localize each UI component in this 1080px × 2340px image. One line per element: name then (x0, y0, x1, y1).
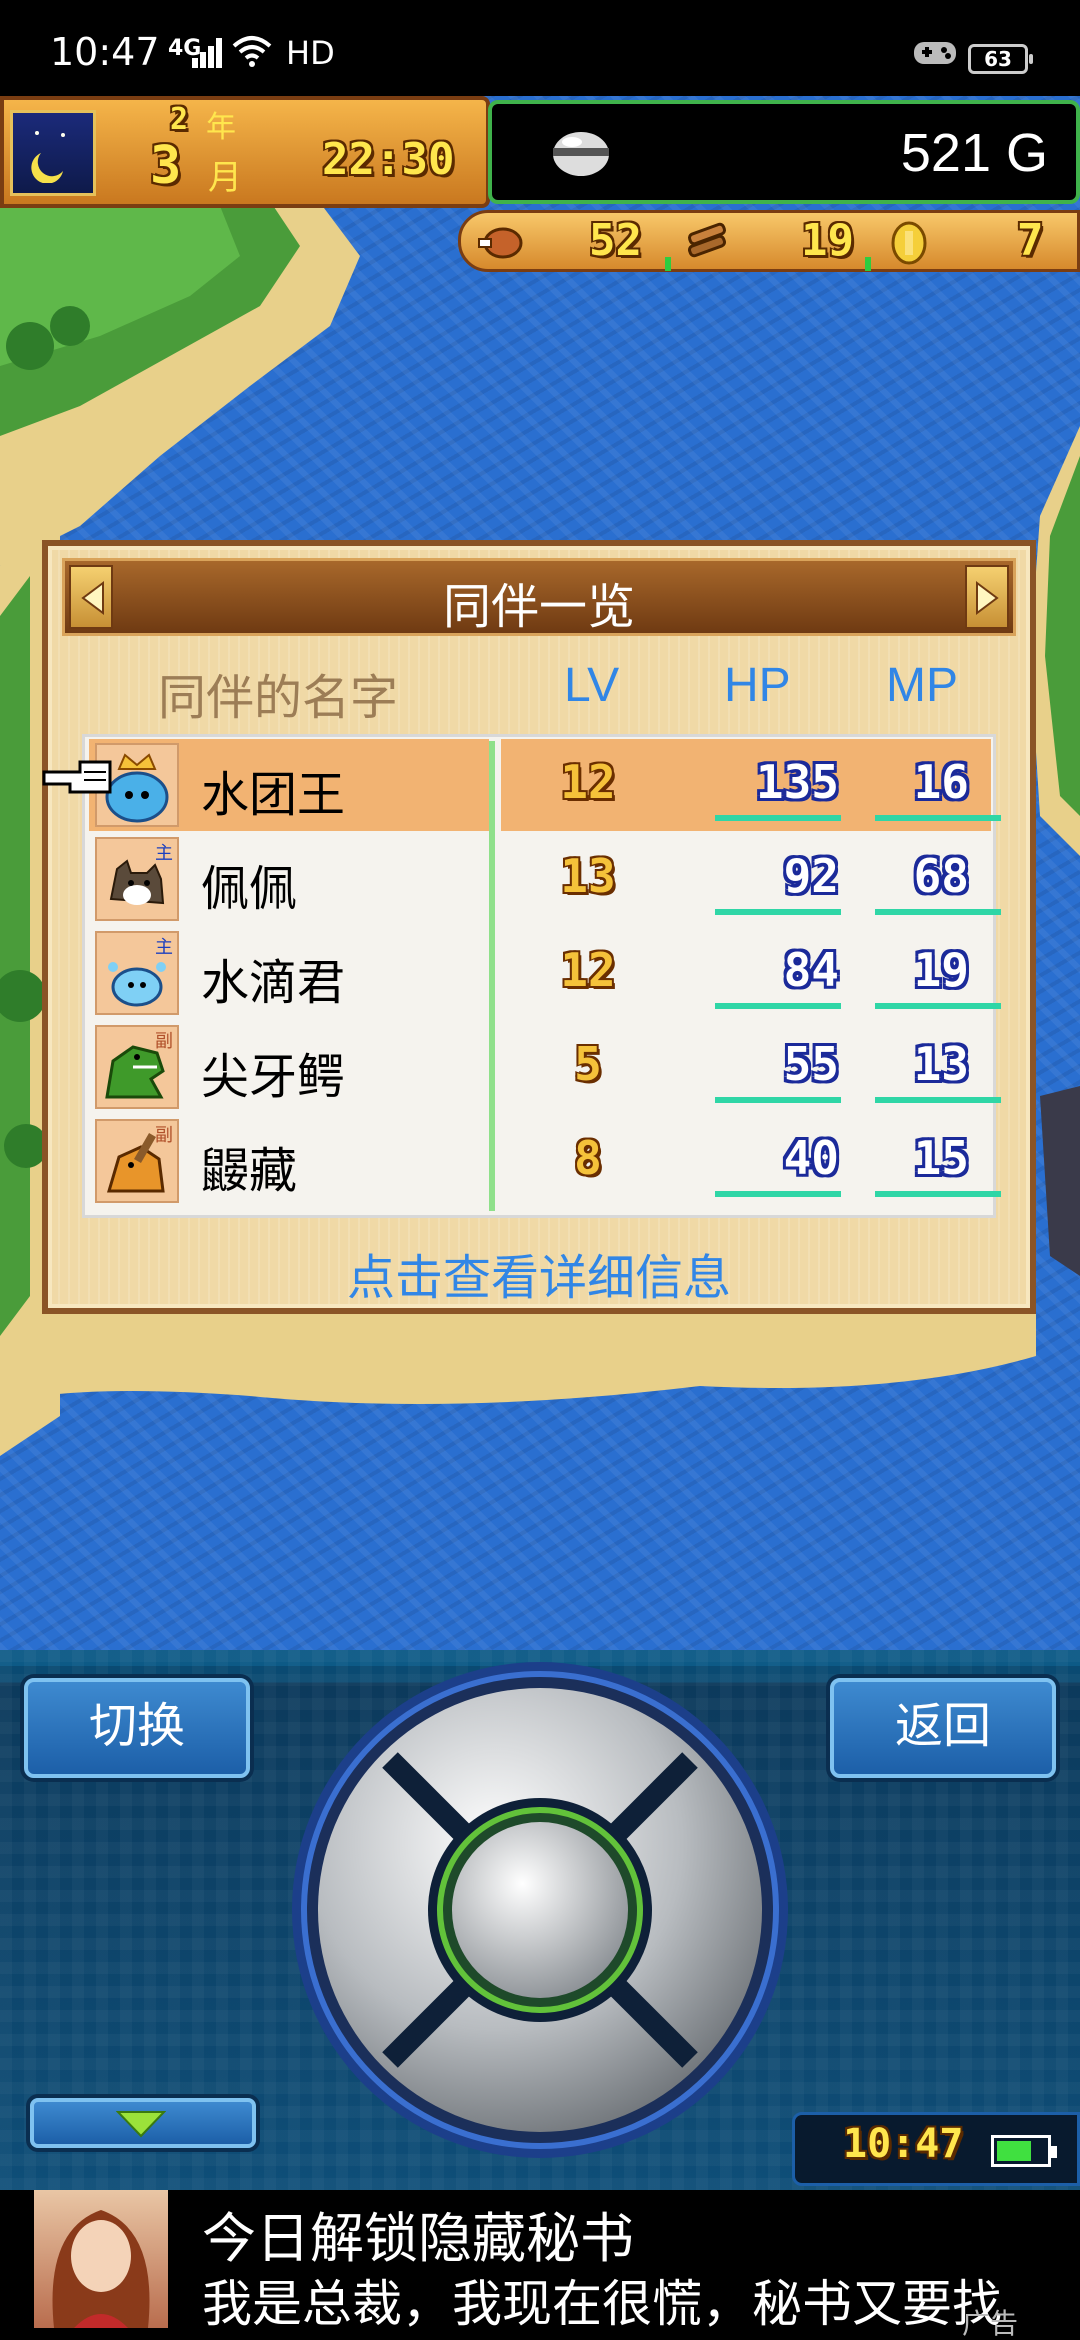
companion-mp: 16 (913, 755, 969, 809)
companion-lv: 12 (560, 943, 616, 997)
wood-count: 19 (801, 215, 854, 266)
mp-bar (875, 1191, 1001, 1197)
battery-icon: 63 (968, 44, 1033, 74)
hp-bar (715, 909, 841, 915)
date-time-hud: 2 年 3 月 22:30 (0, 96, 490, 208)
companion-lv: 8 (574, 1131, 602, 1185)
companion-row[interactable]: 主 水滴君 12 84 19 (89, 927, 1001, 1019)
companion-mp: 68 (913, 849, 969, 903)
hp-bar (715, 1097, 841, 1103)
companion-mp: 15 (913, 1131, 969, 1185)
ad-banner[interactable]: 今日解锁隐藏秘书 我是总裁，我现在很慌，秘书又要找 广告 (0, 2190, 1080, 2340)
panel-title: 同伴一览 (442, 581, 635, 634)
companion-hp: 92 (783, 849, 839, 903)
companion-list: 水团王 12 135 16 主 佩佩 13 92 68 主 水滴君 12 84 … (82, 734, 1001, 1218)
hd-indicator: HD (286, 34, 335, 72)
status-time: 10:47 (50, 30, 160, 74)
dpad[interactable] (290, 1660, 790, 2160)
role-tag: 副 (155, 1031, 173, 1052)
pointing-hand-icon (42, 760, 112, 794)
role-tag: 主 (155, 937, 173, 958)
hp-bar (715, 1191, 841, 1197)
resource-bar: 52 19 7 (458, 210, 1080, 272)
triangle-down-icon (116, 2111, 166, 2138)
year-number: 2 (170, 102, 189, 137)
meat-icon (478, 227, 523, 259)
role-tag: 副 (155, 1125, 173, 1146)
companion-row[interactable]: 副 尖牙鳄 5 55 13 (89, 1021, 1001, 1113)
moon-icon (31, 131, 65, 183)
companion-hp: 84 (783, 943, 839, 997)
collapse-button[interactable] (30, 2098, 256, 2148)
month-unit: 月 (208, 158, 242, 198)
ad-subtitle: 我是总裁，我现在很慌，秘书又要找 (202, 2276, 1002, 2332)
companion-row[interactable]: 副 鼹藏 8 40 15 (89, 1115, 1001, 1207)
battery-level-icon (991, 2135, 1057, 2167)
hp-bar (715, 815, 841, 821)
hp-bar (715, 1003, 841, 1009)
coin-count: 7 (1017, 215, 1044, 266)
gold-display: 521 G (488, 100, 1080, 204)
mp-bar (875, 1097, 1001, 1103)
month-number: 3 (150, 136, 182, 196)
mp-bar (875, 1003, 1001, 1009)
companion-row[interactable]: 水团王 12 135 16 (89, 739, 1001, 831)
portrait-image (52, 2210, 150, 2328)
companion-name: 佩佩 (201, 863, 298, 916)
device-clock-widget: 10:47 (792, 2112, 1080, 2186)
companion-mp: 19 (913, 943, 969, 997)
companion-name: 水滴君 (201, 957, 346, 1010)
column-header-lv: LV (564, 659, 620, 712)
year-unit: 年 (206, 110, 236, 145)
companion-lv: 12 (560, 755, 616, 809)
mp-bar (875, 909, 1001, 915)
column-header-name: 同伴的名字 (158, 672, 399, 725)
companion-avatar: 主 (95, 931, 179, 1015)
role-tag: 主 (155, 843, 173, 864)
view-details-link[interactable]: 点击查看详细信息 (48, 1238, 1030, 1308)
companion-avatar: 主 (95, 837, 179, 921)
next-page-button[interactable] (965, 565, 1009, 629)
companion-name: 鼹藏 (201, 1145, 298, 1198)
column-header-mp: MP (886, 659, 958, 712)
ad-label: 广告 (962, 2308, 1019, 2339)
wood-gauge (865, 257, 871, 271)
companion-hp: 55 (783, 1037, 839, 1091)
arrow-right-icon (976, 581, 999, 615)
switch-button[interactable]: 切换 (24, 1678, 250, 1778)
device-time: 10:47 (843, 2121, 964, 2167)
companion-row[interactable]: 主 佩佩 13 92 68 (89, 833, 1001, 925)
companion-lv: 13 (560, 849, 616, 903)
companion-mp: 13 (913, 1037, 969, 1091)
back-button[interactable]: 返回 (830, 1678, 1056, 1778)
meat-gauge (665, 257, 671, 271)
companion-name: 水团王 (201, 769, 346, 822)
companion-hp: 135 (755, 755, 839, 809)
ad-title: 今日解锁隐藏秘书 (202, 2209, 634, 2269)
night-sky-indicator (10, 110, 96, 196)
status-bar: 10:47 4G HD 63 (0, 0, 1080, 96)
gold-amount: 521 G (900, 123, 1048, 183)
signal-icon (192, 38, 222, 68)
game-clock: 22:30 (322, 134, 455, 185)
companion-list-panel: 同伴一览 同伴的名字 LV HP MP 水团王 12 135 16 主 佩佩 1… (42, 540, 1036, 1314)
pouch-icon (553, 132, 609, 176)
column-header-hp: HP (724, 659, 791, 712)
ad-thumbnail (34, 2190, 168, 2328)
mp-bar (875, 815, 1001, 821)
gamepad-icon (914, 42, 956, 64)
meat-count: 52 (589, 215, 642, 266)
companion-lv: 5 (574, 1037, 602, 1091)
wood-icon (688, 222, 726, 258)
companion-name: 尖牙鳄 (201, 1051, 346, 1104)
companion-hp: 40 (783, 1131, 839, 1185)
coin-icon (891, 221, 927, 265)
wifi-icon (232, 36, 272, 67)
virtual-controller: 切换 返回 10:47 (0, 1650, 1080, 2190)
companion-avatar: 副 (95, 1119, 179, 1203)
panel-header: 同伴一览 (62, 558, 1016, 636)
companion-avatar: 副 (95, 1025, 179, 1109)
